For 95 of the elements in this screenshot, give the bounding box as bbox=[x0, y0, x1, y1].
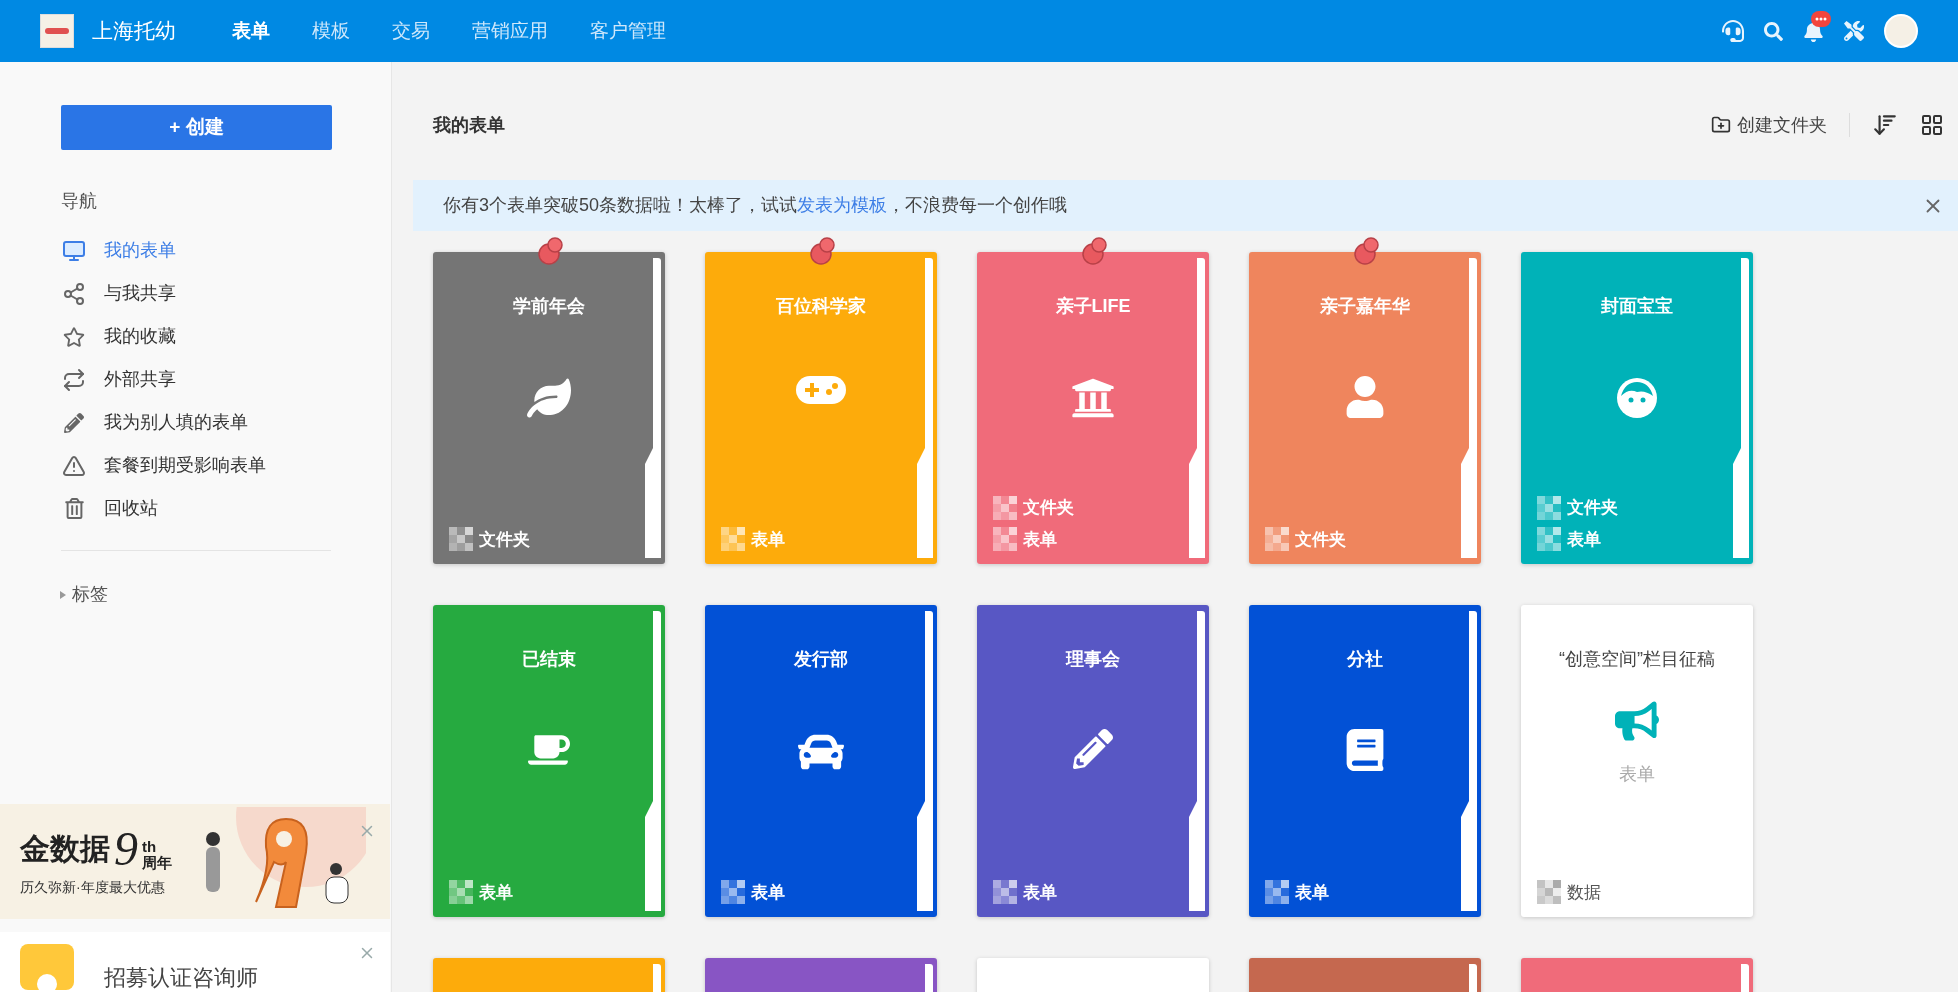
brand-name: 上海托幼 bbox=[92, 18, 176, 45]
nav-tab[interactable]: 客户管理 bbox=[590, 16, 666, 46]
card-title: 学前年会 bbox=[512, 295, 586, 318]
card-title: “创意空间”栏目征稿 bbox=[1558, 648, 1716, 671]
card-title: 已结束 bbox=[521, 648, 577, 671]
warning-icon bbox=[62, 453, 86, 478]
form-card[interactable]: 已结束 表单 bbox=[433, 605, 665, 917]
grid-view-icon[interactable] bbox=[1920, 113, 1944, 137]
share-icon bbox=[62, 281, 86, 306]
person-icon bbox=[1344, 376, 1386, 418]
gamepad-icon bbox=[796, 376, 846, 404]
sidebar-nav-item[interactable]: 我的收藏 bbox=[61, 315, 391, 358]
leaf-icon bbox=[527, 376, 571, 420]
bank-building-icon bbox=[1071, 376, 1115, 420]
card-title: 发行部 bbox=[793, 648, 849, 671]
card-footer-label: 表单 bbox=[1567, 528, 1601, 551]
sidebar-nav-item[interactable]: 与我共享 bbox=[61, 272, 391, 315]
create-button[interactable]: + 创建 bbox=[61, 105, 332, 150]
card-title: 亲子嘉年华 bbox=[1319, 295, 1411, 318]
sidebar-nav-item[interactable]: 外部共享 bbox=[61, 358, 391, 401]
card-footer-label: 文件夹 bbox=[1295, 528, 1346, 551]
promo-suffix: th bbox=[142, 838, 158, 855]
form-card[interactable]: 分社 表单 bbox=[1249, 605, 1481, 917]
sidebar-nav-item[interactable]: 我的表单 bbox=[61, 229, 391, 272]
card-footer-label: 文件夹 bbox=[479, 528, 530, 551]
card-footer-label: 文件夹 bbox=[1023, 497, 1074, 519]
card-title: 理事会 bbox=[1064, 648, 1121, 671]
search-icon[interactable] bbox=[1764, 21, 1783, 41]
notification-bell-icon[interactable] bbox=[1803, 20, 1824, 42]
pixelated-thumbnail bbox=[1265, 880, 1289, 905]
card-footer-label: 表单 bbox=[1295, 881, 1329, 904]
monitor-icon bbox=[62, 238, 86, 263]
card-subtitle: 表单 bbox=[1619, 763, 1655, 786]
page-title: 我的表单 bbox=[433, 113, 505, 137]
form-card[interactable]: 理事会 表单 bbox=[977, 605, 1209, 917]
card-footer-label: 表单 bbox=[751, 881, 785, 904]
create-folder-button[interactable]: 创建文件夹 bbox=[1711, 111, 1827, 139]
consultant-badge-icon bbox=[20, 944, 74, 990]
user-avatar[interactable] bbox=[1884, 14, 1918, 48]
pixelated-thumbnail bbox=[449, 527, 473, 552]
card-title: 百位科学家 bbox=[775, 295, 867, 318]
unread-badge-icon bbox=[1811, 10, 1831, 27]
promo-numeral: 9 bbox=[114, 826, 138, 871]
megaphone-icon bbox=[1615, 699, 1659, 743]
nav-tab[interactable]: 营销应用 bbox=[472, 16, 548, 46]
card-footer-label: 表单 bbox=[479, 881, 513, 904]
pixelated-thumbnail bbox=[721, 880, 745, 905]
pixelated-thumbnail bbox=[449, 880, 473, 905]
nav-tab[interactable]: 交易 bbox=[392, 16, 430, 46]
card-title: 封面宝宝 bbox=[1600, 295, 1674, 318]
headset-icon[interactable] bbox=[1722, 20, 1744, 42]
nav-tab[interactable]: 表单 bbox=[232, 16, 270, 46]
notice-text: 你有3个表单突破50条数据啦！太棒了，试试发表为模板，不浪费每一个创作哦 bbox=[443, 194, 1068, 217]
pixelated-thumbnail bbox=[721, 527, 745, 552]
nav-tab[interactable]: 模板 bbox=[312, 16, 350, 46]
exchange-arrows-icon bbox=[62, 367, 86, 392]
book-icon bbox=[1344, 729, 1386, 771]
pixelated-thumbnail bbox=[1537, 495, 1561, 520]
tools-icon[interactable] bbox=[1844, 21, 1864, 41]
promo-anniversary: 周年 bbox=[142, 854, 172, 871]
pixelated-thumbnail bbox=[993, 495, 1017, 520]
card-footer-label: 表单 bbox=[1023, 881, 1057, 904]
pixelated-thumbnail bbox=[993, 880, 1017, 905]
sort-icon[interactable] bbox=[1872, 112, 1898, 138]
pixelated-thumbnail bbox=[1537, 527, 1561, 552]
sidebar-nav-item[interactable]: 回收站 bbox=[61, 487, 391, 530]
promo-brand: 金数据 bbox=[20, 830, 110, 867]
form-card[interactable]: “创意空间”栏目征稿 表单 数据 bbox=[1521, 605, 1753, 917]
card-title: 分社 bbox=[1346, 648, 1384, 671]
child-face-icon bbox=[1615, 376, 1659, 420]
form-card[interactable]: 亲子LIFE 文件夹 表单 bbox=[977, 252, 1209, 564]
recruit-title: 招募认证咨询师 bbox=[104, 963, 258, 992]
recruit-card[interactable]: 招募认证咨询师 bbox=[0, 932, 390, 992]
pencil-icon bbox=[1073, 729, 1113, 769]
pixelated-thumbnail bbox=[993, 527, 1017, 552]
folder-plus-icon bbox=[1711, 115, 1731, 135]
card-footer-label: 表单 bbox=[1023, 528, 1057, 551]
trash-bin-icon bbox=[63, 498, 85, 519]
card-footer-label: 数据 bbox=[1567, 881, 1601, 904]
pixelated-thumbnail bbox=[1265, 527, 1289, 552]
form-card[interactable]: 学前年会 文件夹 bbox=[433, 252, 665, 564]
nav-heading: 导航 bbox=[61, 190, 98, 213]
card-title: 亲子LIFE bbox=[1054, 295, 1132, 318]
form-card[interactable]: 发行部 表单 bbox=[705, 605, 937, 917]
pen-icon bbox=[64, 412, 84, 433]
sidebar-nav-item[interactable]: 套餐到期受影响表单 bbox=[61, 444, 391, 487]
logo-icon[interactable] bbox=[40, 14, 74, 48]
card-footer-label: 文件夹 bbox=[1567, 497, 1618, 519]
card-footer-label: 表单 bbox=[751, 528, 785, 551]
publish-template-link[interactable]: 发表为模板 bbox=[797, 195, 888, 215]
star-icon bbox=[63, 325, 85, 348]
sidebar-nav-item[interactable]: 我为别人填的表单 bbox=[61, 401, 391, 444]
promo-tagline: 历久弥新·年度最大优惠 bbox=[20, 877, 166, 897]
pixelated-thumbnail bbox=[1537, 880, 1561, 905]
tags-toggle[interactable]: 标签 bbox=[60, 581, 391, 608]
